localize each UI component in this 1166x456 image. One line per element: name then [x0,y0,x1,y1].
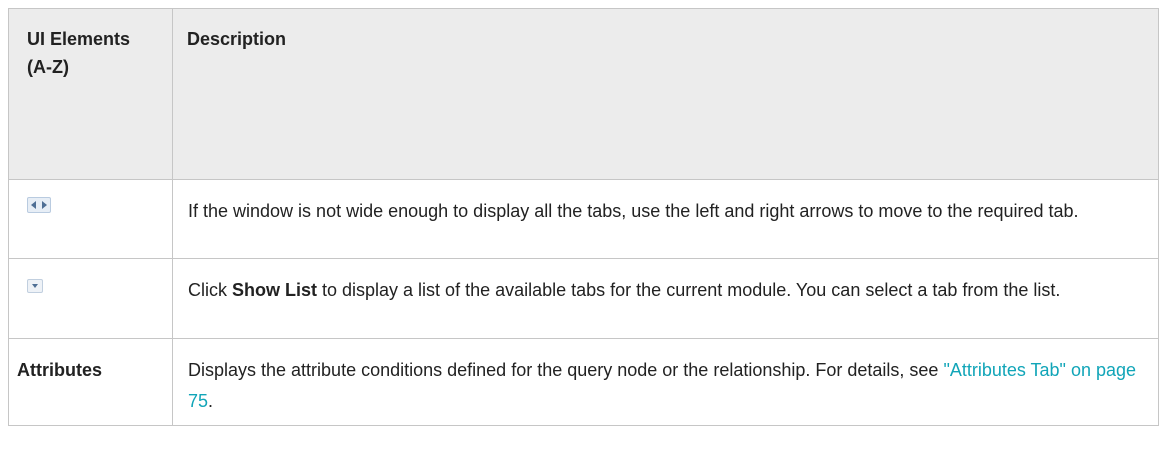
description-pre: Click [188,280,232,300]
description-text: If the window is not wide enough to disp… [188,201,1079,221]
dropdown-arrow-icon [27,279,43,293]
description-post: to display a list of the available tabs … [317,280,1061,300]
ui-element-cell: Attributes [8,338,173,426]
arrow-left-icon [31,201,36,209]
description-cell: Click Show List to display a list of the… [172,258,1159,339]
ui-element-cell [8,258,173,339]
description-cell: If the window is not wide enough to disp… [172,179,1159,259]
header-description-label: Description [187,29,287,49]
table-row: Attributes Displays the attribute condit… [8,338,1159,426]
attributes-label: Attributes [17,360,102,380]
ui-element-cell [8,179,173,259]
header-ui-elements-label: UI Elements (A-Z) [27,29,131,77]
ui-elements-table: UI Elements (A-Z) Description If the win… [8,8,1159,426]
arrow-right-icon [42,201,47,209]
table-header-row: UI Elements (A-Z) Description [8,8,1159,180]
header-description: Description [172,8,1159,180]
description-cell: Displays the attribute conditions define… [172,338,1159,426]
header-ui-elements: UI Elements (A-Z) [8,8,173,180]
left-right-arrows-icon [27,197,51,213]
description-pre: Displays the attribute conditions define… [188,360,944,380]
table-row: If the window is not wide enough to disp… [8,179,1159,259]
description-text: Click Show List to display a list of the… [173,259,1158,314]
description-post: . [208,391,214,411]
table-row: Click Show List to display a list of the… [8,258,1159,339]
chevron-down-icon [32,284,38,288]
show-list-term: Show List [232,280,317,300]
description-text: Displays the attribute conditions define… [173,339,1158,425]
